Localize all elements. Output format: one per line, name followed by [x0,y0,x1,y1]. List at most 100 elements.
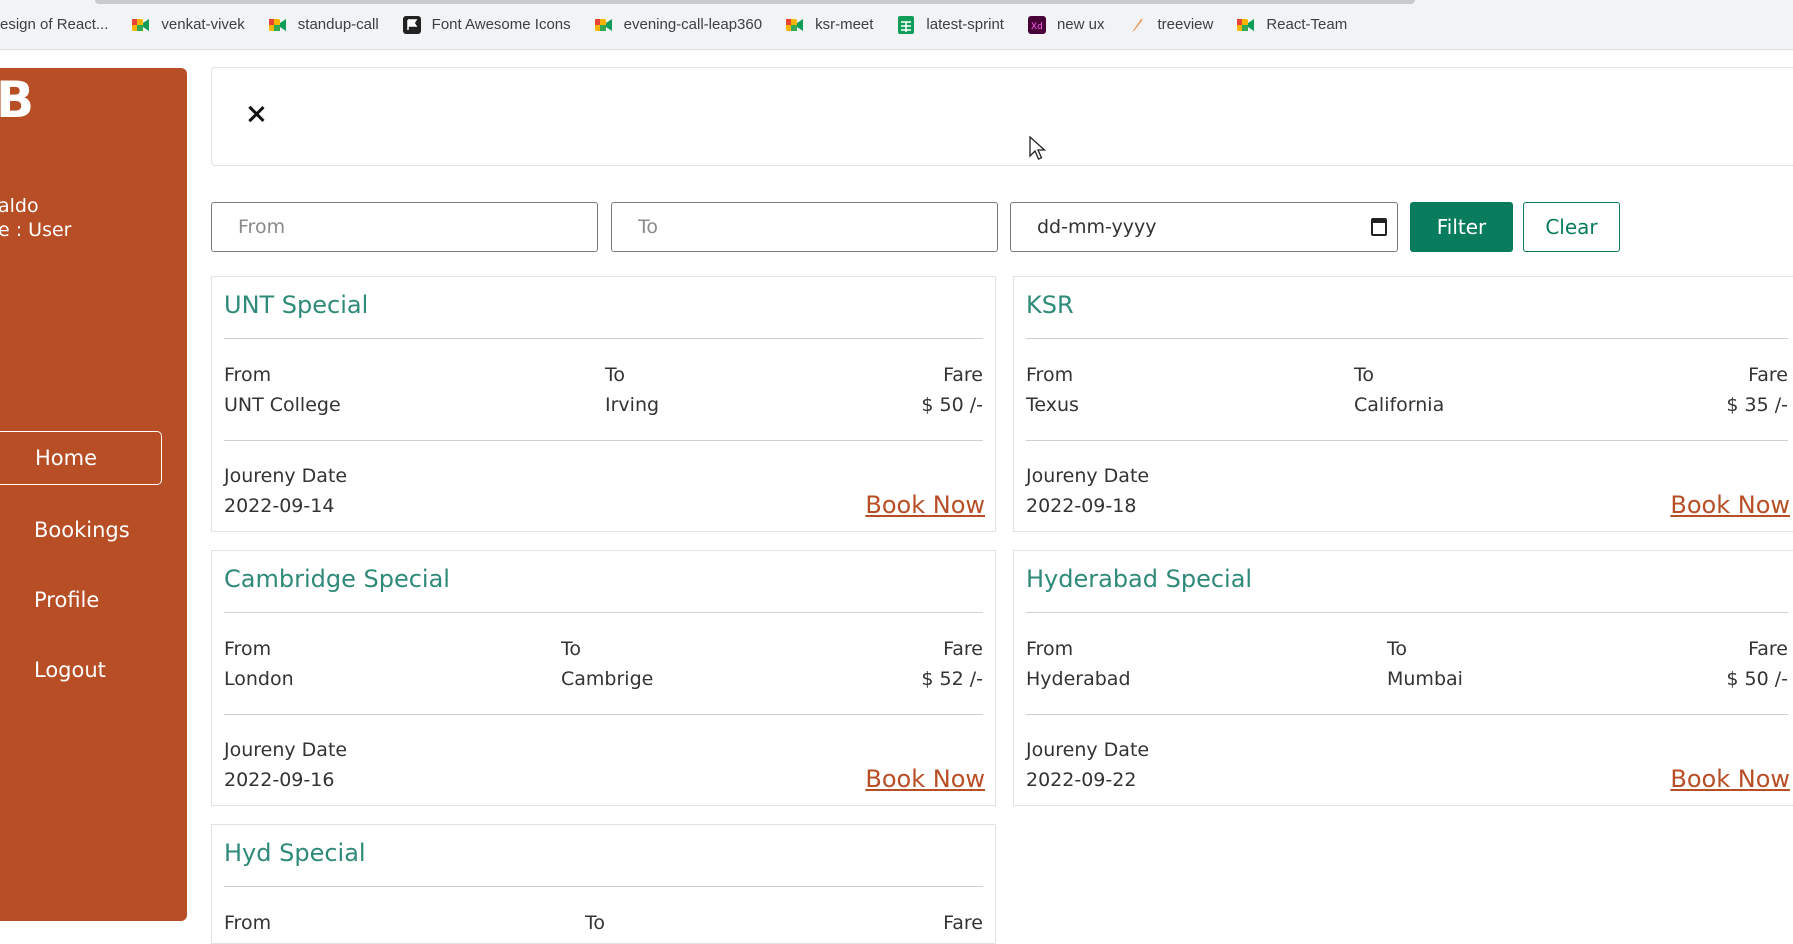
sidebar-item-profile[interactable]: Profile [0,573,162,627]
from-label: From [224,912,272,934]
bookmark-item[interactable]: standup-call [268,16,379,34]
bookmark-item[interactable]: React-Team [1237,16,1347,34]
meet-icon [594,16,613,34]
trip-card: Cambridge Special From London To Cambrig… [211,550,996,806]
bookmark-item[interactable]: Xd new ux [1027,15,1105,34]
trip-name: Hyd Special [224,839,366,867]
from-value: London [224,668,294,690]
divider [224,440,983,441]
trip-card: Hyderabad Special From Hyderabad To Mumb… [1013,550,1793,806]
mouse-cursor-icon [1029,136,1047,160]
meet-icon [268,16,287,34]
to-label: To [585,912,606,934]
from-input[interactable] [211,202,598,252]
clear-button[interactable]: Clear [1523,202,1620,252]
trip-card: KSR From Texus To California Fare $ 35 /… [1013,276,1793,532]
to-value: Irving [605,394,660,416]
sidebar-item-label: Logout [34,658,106,682]
from-label: From [1026,364,1074,386]
from-value: Hyderabad [1026,668,1131,690]
user-name: aldo [0,195,39,217]
sidebar-item-label: Profile [34,588,100,612]
book-now-link[interactable]: Book Now [1670,491,1790,519]
bookmark-item[interactable]: venkat-vivek [132,16,245,34]
to-label: To [1387,638,1408,660]
to-value: Mumbai [1387,668,1463,690]
sidebar-item-label: Bookings [34,518,130,542]
user-role: e : User [0,219,72,241]
bookmark-item[interactable]: latest-sprint [897,15,1004,34]
bookmark-item[interactable]: Font Awesome Icons [402,15,571,34]
date-value: 2022-09-22 [1026,769,1137,791]
to-input[interactable] [611,202,998,252]
meet-icon [786,16,804,34]
fare-value: $ 35 /- [1726,394,1788,416]
date-input[interactable]: dd-mm-yyyy [1010,202,1398,252]
trip-name: Hyderabad Special [1026,565,1253,593]
bookmark-label: standup-call [297,16,379,33]
bookmark-label: new ux [1056,16,1105,33]
sidebar: B aldo e : User Home Bookings Profile Lo… [0,68,187,921]
book-now-link[interactable]: Book Now [865,765,985,793]
divider [224,612,983,613]
bookmarks-bar: esign of React... venkat-vivek standup-c… [0,0,1793,50]
bookmark-label: venkat-vivek [161,16,245,33]
date-label: Joureny Date [1026,465,1150,487]
tab-strip-edge [95,0,1415,4]
from-value: UNT College [224,394,341,416]
fare-label: Fare [1748,638,1788,660]
xd-icon: Xd [1027,15,1046,34]
to-value: Cambrige [561,668,654,690]
fare-label: Fare [943,638,983,660]
flag-icon [402,15,421,34]
sidebar-item-label: Home [35,446,98,470]
to-label: To [605,364,626,386]
bookmark-label: treeview [1157,16,1214,33]
sidebar-item-logout[interactable]: Logout [0,643,162,697]
filter-button[interactable]: Filter [1410,202,1513,252]
divider [224,886,983,887]
trip-name: KSR [1026,291,1074,319]
bookmark-item[interactable]: ksr-meet [786,16,873,34]
sidebar-item-bookings[interactable]: Bookings [0,503,162,557]
divider [1026,612,1788,613]
bookmark-item[interactable]: esign of React... [0,16,108,33]
bookmark-item[interactable]: treeview [1128,16,1213,34]
trip-card: Hyd Special From To Fare [211,824,996,944]
date-label: Joureny Date [224,739,348,761]
meet-icon [132,16,150,34]
trip-card: UNT Special From UNT College To Irving F… [211,276,996,532]
date-placeholder: dd-mm-yyyy [1037,216,1157,238]
logout-icon [0,662,8,678]
calendar-icon[interactable] [1371,218,1387,236]
close-icon[interactable] [242,100,270,128]
from-label: From [1026,638,1074,660]
feather-icon [1128,16,1146,34]
date-label: Joureny Date [224,465,348,487]
bookmark-item[interactable]: evening-call-leap360 [594,16,762,34]
fare-label: Fare [943,912,983,934]
fare-value: $ 50 /- [1726,668,1788,690]
date-value: 2022-09-16 [224,769,335,791]
svg-text:Xd: Xd [1031,22,1043,32]
from-label: From [224,638,272,660]
bookmark-label: Font Awesome Icons [431,16,571,33]
book-now-link[interactable]: Book Now [865,491,985,519]
bookmark-label: ksr-meet [815,16,874,33]
date-value: 2022-09-14 [224,495,335,517]
bookmark-label: latest-sprint [926,16,1004,33]
sidebar-item-home[interactable]: Home [0,431,162,485]
sheets-icon [897,15,915,34]
home-icon [0,450,9,466]
from-label: From [224,364,272,386]
divider [1026,440,1788,441]
fare-value: $ 52 /- [921,668,983,690]
fare-label: Fare [1748,364,1788,386]
date-label: Joureny Date [1026,739,1150,761]
book-now-link[interactable]: Book Now [1670,765,1790,793]
fare-value: $ 50 /- [921,394,983,416]
divider [1026,714,1788,715]
date-value: 2022-09-18 [1026,495,1137,517]
profile-icon [0,592,8,608]
to-value: California [1354,394,1445,416]
